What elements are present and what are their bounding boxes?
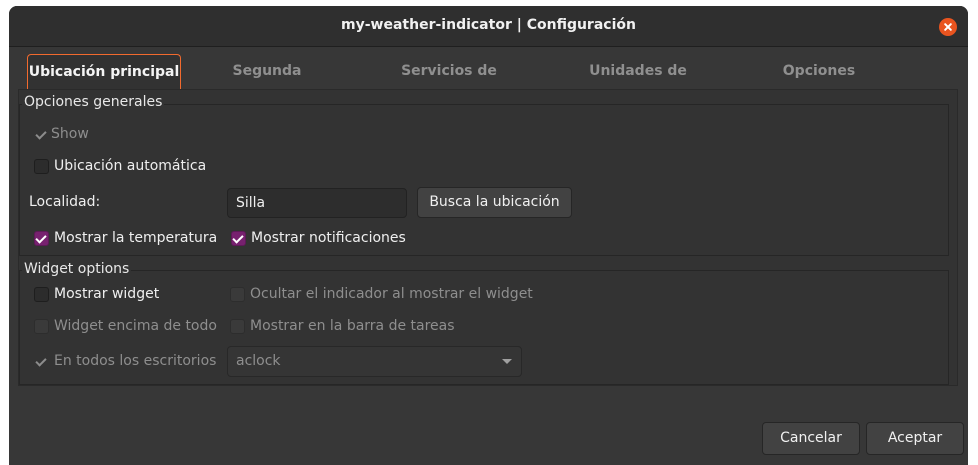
tab-ubicacion-principal[interactable]: Ubicación principal bbox=[27, 54, 181, 90]
show-notifications-checkbox[interactable] bbox=[231, 231, 246, 246]
tab-segunda-ubicacion[interactable]: Segunda ubicación bbox=[195, 54, 339, 113]
close-icon[interactable] bbox=[939, 18, 957, 36]
cancel-button[interactable]: Cancelar bbox=[762, 422, 860, 455]
widget-skin-value: aclock bbox=[236, 353, 281, 369]
hide-indicator-label: Ocultar el indicador al mostrar el widge… bbox=[250, 286, 533, 302]
window-title: my-weather-indicator | Configuración bbox=[341, 17, 636, 33]
widget-on-top-label: Widget encima de todo bbox=[54, 318, 217, 334]
widget-skin-select[interactable]: aclock bbox=[227, 346, 522, 377]
chevron-down-icon bbox=[502, 359, 512, 364]
taskbar-label: Mostrar en la barra de tareas bbox=[250, 318, 455, 334]
hide-indicator-checkbox[interactable] bbox=[230, 287, 245, 302]
show-widget-checkbox[interactable] bbox=[34, 287, 49, 302]
tab-servicios-pronostico[interactable]: Servicios de pronóstico bbox=[359, 54, 539, 113]
show-widget-label: Mostrar widget bbox=[54, 286, 160, 302]
tab-opciones-generales[interactable]: Opciones generales bbox=[743, 54, 895, 113]
auto-location-checkbox[interactable] bbox=[34, 159, 49, 174]
search-location-button[interactable]: Busca la ubicación bbox=[417, 187, 572, 218]
locality-input[interactable]: Silla bbox=[227, 188, 407, 218]
accept-button[interactable]: Aceptar bbox=[866, 422, 964, 455]
settings-window: my-weather-indicator | Configuración Ubi… bbox=[9, 6, 968, 465]
tab-unidades-medicion[interactable]: Unidades de medición bbox=[557, 54, 719, 113]
title-bar: my-weather-indicator | Configuración bbox=[9, 6, 968, 47]
locality-label: Localidad: bbox=[29, 194, 101, 210]
all-desktops-checkbox[interactable] bbox=[34, 354, 49, 369]
auto-location-label: Ubicación automática bbox=[54, 158, 207, 174]
show-temperature-checkbox[interactable] bbox=[34, 231, 49, 246]
show-label: Show bbox=[51, 126, 89, 142]
show-checkbox[interactable] bbox=[34, 127, 49, 142]
show-notifications-label: Mostrar notificaciones bbox=[251, 230, 406, 246]
widget-options-title: Widget options bbox=[22, 261, 132, 277]
widget-on-top-checkbox[interactable] bbox=[34, 319, 49, 334]
general-options-title: Opciones generales bbox=[22, 94, 165, 110]
tab-panel: Opciones generales Show Ubicación automá… bbox=[18, 89, 958, 386]
all-desktops-label: En todos los escritorios bbox=[54, 353, 217, 369]
show-temperature-label: Mostrar la temperatura bbox=[54, 230, 218, 246]
taskbar-checkbox[interactable] bbox=[230, 319, 245, 334]
